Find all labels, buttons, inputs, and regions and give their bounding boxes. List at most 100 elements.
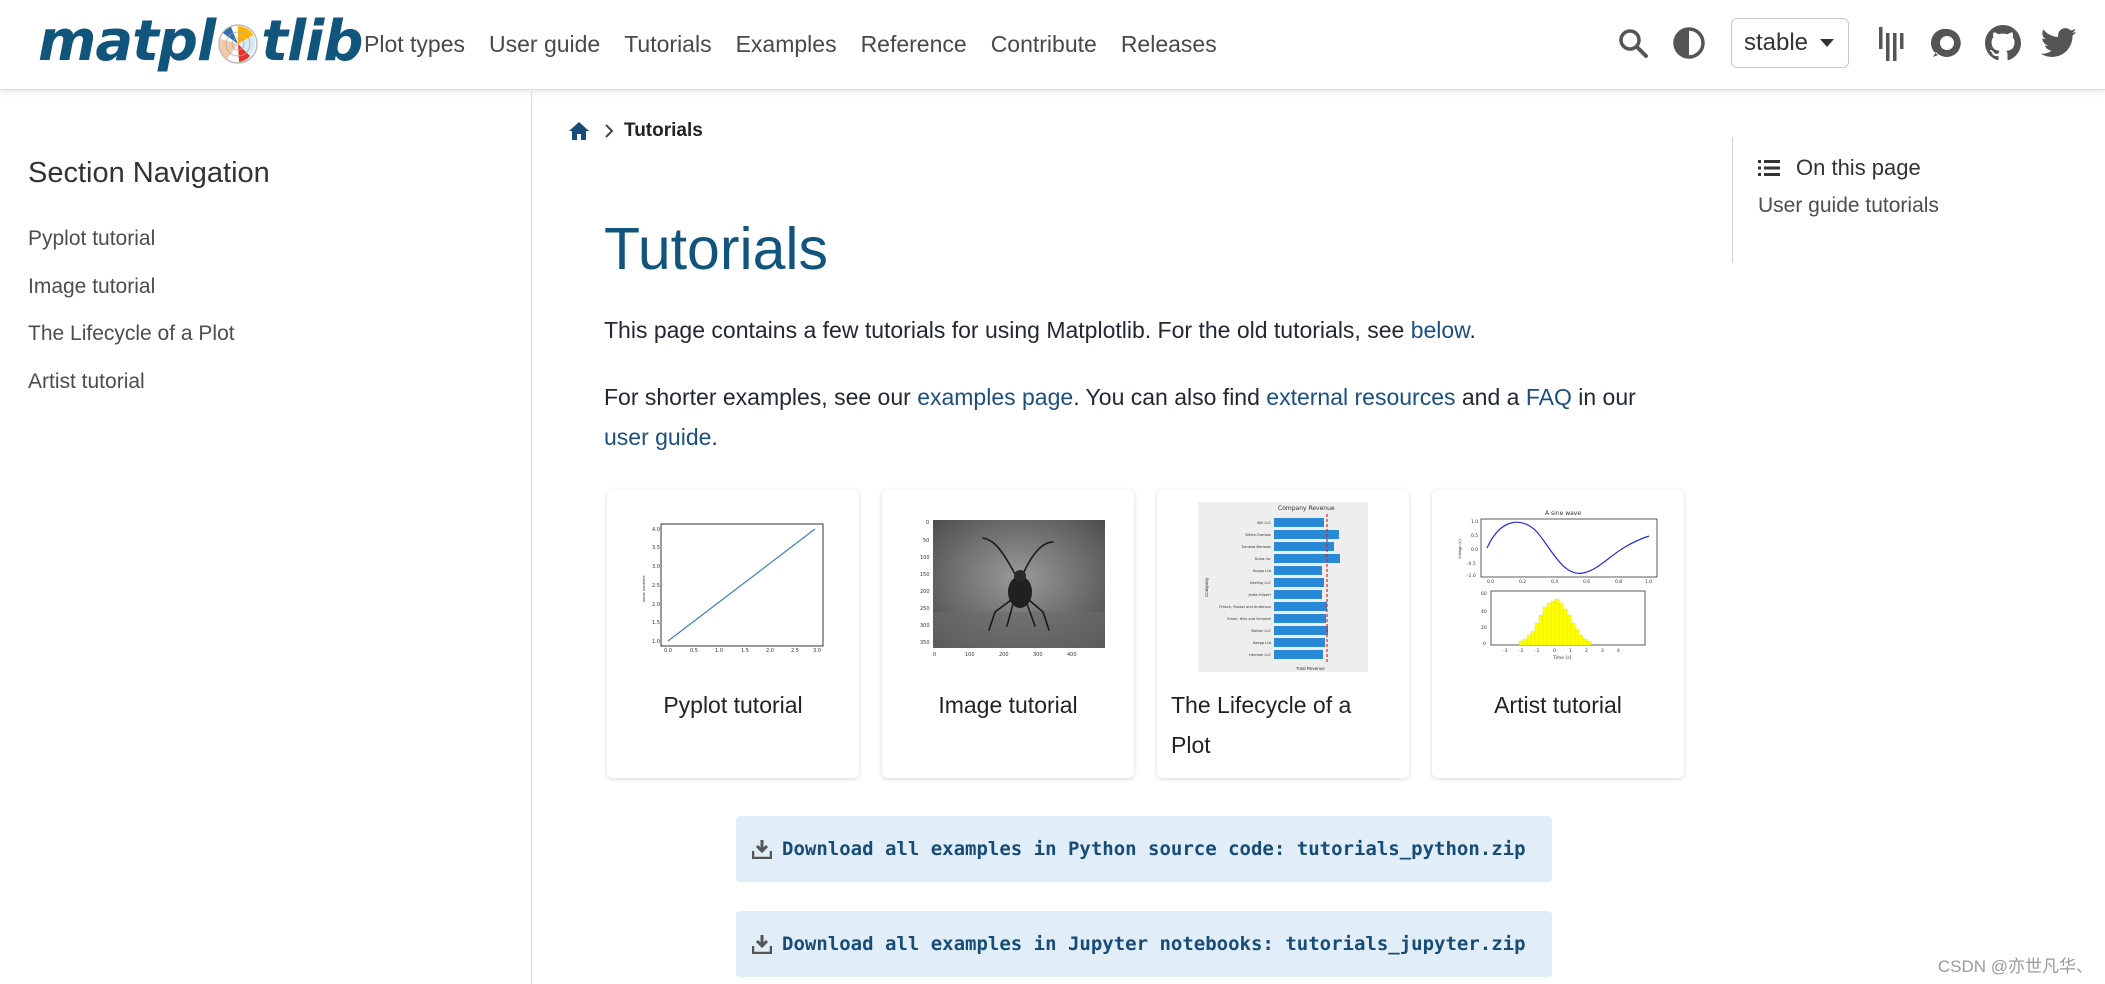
pyplot-thumbnail: 0.0 0.5 1.0 1.5 2.0 2.5 3.0 1.0 1.5 2.0 2.5 3.0 3.5… — [619, 502, 847, 672]
sidebar-item-lifecycle-of-a-plot[interactable]: The Lifecycle of a Plot — [28, 310, 235, 358]
svg-text:200: 200 — [920, 589, 930, 595]
svg-text:1.0: 1.0 — [715, 648, 723, 654]
svg-text:-2: -2 — [1519, 648, 1524, 654]
chevron-down-icon — [1820, 39, 1834, 47]
svg-text:Company: Company — [1204, 577, 1209, 597]
search-icon[interactable] — [1615, 25, 1651, 61]
download-python-zip-button[interactable]: Download all examples in Python source c… — [736, 816, 1552, 882]
p2-text-1: For shorter examples, see our — [604, 384, 918, 410]
svg-text:50: 50 — [923, 538, 929, 544]
toc-item-user-guide-tutorials[interactable]: User guide tutorials — [1758, 194, 1939, 218]
svg-text:1.0: 1.0 — [1471, 519, 1478, 525]
intro-paragraph: This page contains a few tutorials for u… — [604, 310, 1704, 350]
nav-reference[interactable]: Reference — [849, 26, 979, 62]
external-resources-link[interactable]: external resources — [1266, 384, 1455, 410]
svg-text:0.0: 0.0 — [664, 648, 672, 654]
svg-text:0: 0 — [1553, 648, 1556, 654]
svg-text:0.8: 0.8 — [1615, 579, 1622, 585]
csdn-watermark: CSDN @亦世凡华、 — [1937, 957, 2093, 976]
svg-text:4.0: 4.0 — [652, 527, 660, 533]
svg-text:Voltage (V): Voltage (V) — [1457, 539, 1462, 559]
svg-text:0.0: 0.0 — [1487, 579, 1494, 585]
version-label: stable — [1743, 29, 1808, 56]
version-switcher[interactable]: stable — [1730, 18, 1849, 68]
github-icon[interactable] — [1985, 25, 2021, 61]
svg-text:0.5: 0.5 — [1471, 533, 1478, 539]
svg-text:0.0: 0.0 — [1471, 547, 1478, 553]
sidebar-item-image-tutorial[interactable]: Image tutorial — [28, 263, 235, 311]
chevron-right-icon — [604, 124, 614, 138]
list-icon — [1758, 160, 1780, 176]
sidebar-item-artist-tutorial[interactable]: Artist tutorial — [28, 358, 235, 406]
user-guide-link[interactable]: user guide — [604, 424, 711, 450]
card-artist-tutorial[interactable]: A sine wave 0.0 0.2 0.4 0.6 0.8 1.0 1.0 0.5 0.0… — [1432, 490, 1684, 778]
p2-text-3: and a — [1455, 384, 1526, 410]
card-pyplot-tutorial[interactable]: 0.0 0.5 1.0 1.5 2.0 2.5 3.0 1.0 1.5 2.0 2.5 3.0 3.5… — [607, 490, 859, 778]
examples-page-link[interactable]: examples page — [917, 384, 1073, 410]
svg-text:Time [s]: Time [s] — [1552, 655, 1572, 661]
svg-text:Kuqap Ltd: Kuqap Ltd — [1253, 569, 1271, 573]
nav-user-guide[interactable]: User guide — [477, 26, 612, 62]
svg-text:0: 0 — [926, 520, 929, 526]
section-navigation-title: Section Navigation — [28, 157, 270, 189]
svg-text:1: 1 — [1569, 648, 1572, 654]
download-icon — [752, 935, 772, 954]
svg-text:300: 300 — [920, 623, 930, 629]
p2-text-2: . You can also find — [1073, 384, 1267, 410]
svg-text:Herman LLC: Herman LLC — [1249, 653, 1271, 657]
svg-text:Total Revenue: Total Revenue — [1296, 666, 1325, 671]
download-jupyter-zip-button[interactable]: Download all examples in Jupyter noteboo… — [736, 911, 1552, 977]
breadcrumb: Tutorials — [568, 118, 703, 144]
top-navbar: matpl tlib Plot types User guide Tutoria… — [0, 0, 2105, 90]
svg-text:350: 350 — [920, 640, 930, 646]
nav-releases[interactable]: Releases — [1109, 26, 1229, 62]
svg-text:60: 60 — [1481, 591, 1487, 597]
svg-text:3.5: 3.5 — [652, 545, 660, 551]
discourse-icon[interactable] — [1929, 25, 1965, 61]
card-image-tutorial[interactable]: 0 50 100 150 200 250 300 350 0 100 200 300 400 Imag… — [882, 490, 1134, 778]
below-link[interactable]: below — [1411, 317, 1470, 343]
artist-thumbnail: A sine wave 0.0 0.2 0.4 0.6 0.8 1.0 1.0 0.5 0.0… — [1444, 502, 1672, 672]
matplotlib-logo[interactable]: matpl tlib — [38, 9, 363, 74]
on-this-page-toc: On this page User guide tutorials — [1732, 137, 2052, 263]
gitter-icon[interactable] — [1873, 25, 1909, 61]
svg-text:0.6: 0.6 — [1583, 579, 1590, 585]
p2-text-5: . — [711, 424, 718, 450]
twitter-icon[interactable] — [2041, 25, 2077, 61]
svg-text:2.0: 2.0 — [766, 648, 774, 654]
svg-text:200: 200 — [999, 652, 1009, 658]
shorter-examples-paragraph: For shorter examples, see our examples p… — [604, 377, 1704, 457]
svg-text:-0.5: -0.5 — [1467, 561, 1476, 567]
left-sidebar: Section Navigation Pyplot tutorial Image… — [0, 91, 532, 984]
svg-text:Fritsch, Russel and Anderson: Fritsch, Russel and Anderson — [1219, 605, 1271, 609]
svg-text:-3: -3 — [1503, 648, 1508, 654]
svg-text:1.0: 1.0 — [1645, 579, 1652, 585]
download-icon — [752, 840, 772, 859]
svg-text:100: 100 — [965, 652, 975, 658]
svg-text:-1.0: -1.0 — [1467, 573, 1476, 579]
lifecycle-thumbnail: Company Revenue Will LLC White-Trantow Tra… — [1169, 502, 1397, 672]
svg-text:1.0: 1.0 — [652, 639, 660, 645]
theme-toggle-icon[interactable] — [1671, 25, 1707, 61]
sidebar-item-pyplot-tutorial[interactable]: Pyplot tutorial — [28, 215, 235, 263]
svg-text:1.5: 1.5 — [652, 620, 660, 626]
nav-examples[interactable]: Examples — [724, 26, 849, 62]
svg-text:3.0: 3.0 — [652, 564, 660, 570]
nav-contribute[interactable]: Contribute — [979, 26, 1109, 62]
tutorial-gallery: 0.0 0.5 1.0 1.5 2.0 2.5 3.0 1.0 1.5 2.0 2.5 3.0 3.5… — [607, 490, 1684, 778]
card-lifecycle-of-a-plot[interactable]: Company Revenue Will LLC White-Trantow Tra… — [1157, 490, 1409, 778]
faq-link[interactable]: FAQ — [1526, 384, 1572, 410]
logo-text-left: matpl — [38, 9, 216, 74]
svg-text:White-Trantow: White-Trantow — [1245, 533, 1271, 537]
home-icon[interactable] — [568, 120, 590, 142]
nav-plot-types[interactable]: Plot types — [352, 26, 477, 62]
download-jupyter-label: Download all examples in Jupyter noteboo… — [782, 933, 1526, 955]
navbar-actions: stable — [1605, 17, 2087, 69]
logo-text-right: tlib — [261, 9, 363, 74]
svg-text:3: 3 — [1601, 648, 1604, 654]
nav-tutorials[interactable]: Tutorials — [612, 26, 723, 62]
toc-heading-label: On this page — [1796, 155, 1921, 180]
svg-text:2.0: 2.0 — [652, 602, 660, 608]
svg-text:Trantow-Barrows: Trantow-Barrows — [1240, 545, 1271, 549]
svg-text:Koepp Ltd: Koepp Ltd — [1253, 641, 1271, 645]
